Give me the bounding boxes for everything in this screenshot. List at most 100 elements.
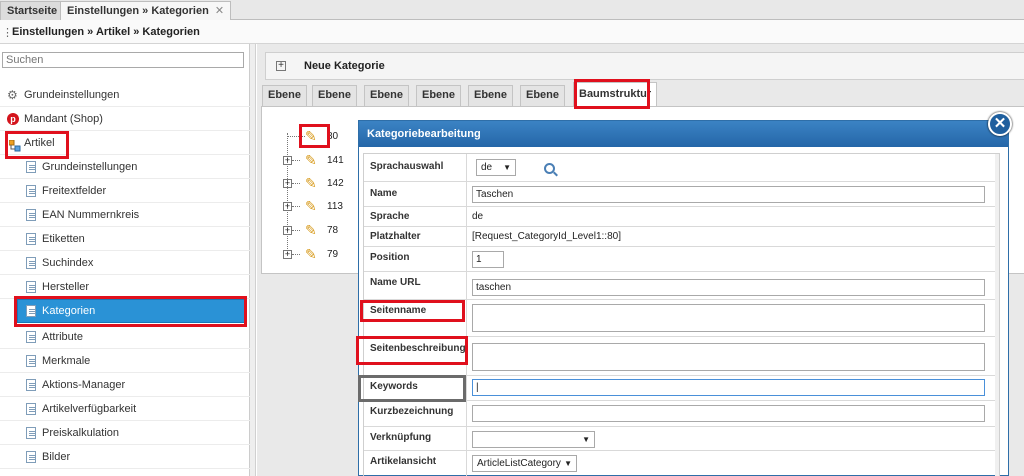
sidebar-item-label: Attribute [42,331,83,343]
sidebar-item-freitextfelder[interactable]: Freitextfelder [0,179,250,203]
sidebar-item-etiketten[interactable]: Etiketten [0,227,250,251]
sidebar-item-suchindex[interactable]: Suchindex [0,251,250,275]
highlight-pencil-80 [299,124,330,148]
link-select[interactable]: ▼ [472,431,595,448]
field-label: Platzhalter [370,231,421,242]
select-value: ArticleListCategory [477,458,561,469]
search-input[interactable] [2,52,244,68]
document-icon [26,209,36,221]
sidebar-item-artikelverfuegbarkeit[interactable]: Artikelverfügbarkeit [0,397,250,421]
tab-ebene-6[interactable]: Ebene 6 [520,85,566,120]
expand-icon[interactable]: + [283,156,292,165]
tree-connector [292,230,300,231]
field-label: Position [370,252,410,263]
tab-ebene-4[interactable]: Ebene 4 [416,85,462,120]
sidebar-item-ean[interactable]: EAN Nummernkreis [0,203,250,227]
chevron-down-icon: ▼ [582,435,590,444]
panel-resizer[interactable] [250,44,256,476]
new-category-button[interactable]: Neue Kategorie [304,60,385,72]
keywords-field[interactable]: | [472,379,985,396]
sidebar-item-grundeinstellungen[interactable]: ⚙ Grundeinstellungen [0,83,250,107]
row-name-url: Name URL taschen [364,272,999,300]
row-name: Name Taschen [364,182,999,207]
pencil-icon[interactable]: ✎ [305,246,317,263]
sidebar-item-label: Etiketten [42,233,85,245]
field-label: Name [370,188,398,199]
sidebar-item-aktions-manager[interactable]: Aktions-Manager [0,373,250,397]
document-icon [26,403,36,415]
sidebar-item-label: Bilder [42,451,71,463]
field-label: Kurzbezeichnung [370,406,454,417]
row-kurzbezeichnung: Kurzbezeichnung [364,401,999,427]
sidebar-item-label: Preiskalkulation [42,427,120,439]
sidebar-item-merkmale[interactable]: Merkmale [0,349,250,373]
sidebar-item-mandant[interactable]: p Mandant (Shop) [0,107,250,131]
tab-ebene-2[interactable]: Ebene 2 [312,85,358,120]
highlight-artikel [5,131,69,159]
page-name-field[interactable] [472,304,985,332]
expand-icon[interactable]: + [283,179,292,188]
sidebar-item-attribute[interactable]: Attribute [0,325,250,349]
sidebar-item-label: EAN Nummernkreis [42,209,140,221]
plenty-logo-icon: p [7,113,19,125]
top-tab-bar: Startseite Einstellungen » Kategorien ✕ [0,0,1024,20]
sidebar-item-label: Mandant (Shop) [24,113,103,125]
add-icon[interactable]: + [276,61,286,71]
row-sprache: Sprache de [364,207,999,227]
field-label: Artikelansicht [370,456,437,467]
category-edit-dialog: Kategoriebearbeitung ✕ Sprachauswahl de ▼… [358,112,1012,476]
sidebar-item-label: Aktions-Manager [42,379,126,391]
document-icon [26,451,36,463]
tree-node-id: 142 [327,178,344,189]
select-value: de [481,162,493,173]
pencil-icon[interactable]: ✎ [305,152,317,169]
close-tab-icon[interactable]: ✕ [215,5,224,17]
name-url-field[interactable]: taschen [472,279,985,296]
search-icon[interactable] [544,163,555,174]
field-value: [Request_CategoryId_Level1::80] [472,231,621,242]
language-select[interactable]: de ▼ [476,159,516,176]
expand-icon[interactable]: + [283,250,292,259]
article-view-select[interactable]: ArticleListCategory ▼ [472,455,577,472]
document-icon [26,355,36,367]
sidebar: ⚙ Grundeinstellungen p Mandant (Shop) Ar… [0,44,250,476]
pencil-icon[interactable]: ✎ [305,175,317,192]
tab-ebene-5[interactable]: Ebene 5 [468,85,514,120]
page-description-field[interactable] [472,343,985,371]
pencil-icon[interactable]: ✎ [305,198,317,215]
tree-node-id: 79 [327,249,339,260]
tree-node-id: 113 [327,201,343,212]
row-position: Position 1 [364,247,999,272]
tree-connector [292,160,300,161]
sidebar-item-label: Freitextfelder [42,185,107,197]
scrollbar[interactable] [995,154,999,476]
tab-einstellungen-kategorien[interactable]: Einstellungen » Kategorien ✕ [60,1,232,20]
sidebar-item-bilder[interactable]: Bilder [0,445,250,469]
short-name-field[interactable] [472,405,985,422]
tab-ebene-1[interactable]: Ebene 1 [262,85,308,120]
sidebar-item-preiskalkulation[interactable]: Preiskalkulation [0,421,250,445]
field-label: Sprache [370,211,410,222]
highlight-kategorien [14,296,247,327]
pencil-icon[interactable]: ✎ [305,222,317,239]
breadcrumb-bar: ⋮ Einstellungen » Artikel » Kategorien [0,20,1024,44]
tree-connector [292,183,300,184]
sidebar-item-label: Merkmale [42,355,91,367]
field-label: Verknüpfung [370,432,432,443]
row-artikelansicht: Artikelansicht ArticleListCategory ▼ [364,451,999,476]
tree-connector [292,206,300,207]
tree-node-id: 141 [327,155,344,166]
expand-icon[interactable]: + [283,226,292,235]
tab-ebene-3[interactable]: Ebene 3 [364,85,410,120]
position-field[interactable]: 1 [472,251,504,268]
close-icon[interactable]: ✕ [988,112,1012,136]
document-icon [26,281,36,293]
expand-icon[interactable]: + [283,202,292,211]
highlight-baumstruktur [574,79,650,109]
sidebar-item-label: Suchindex [42,257,94,269]
name-field[interactable]: Taschen [472,186,985,203]
row-verknuepfung: Verknüpfung ▼ [364,427,999,451]
row-sprachauswahl: Sprachauswahl de ▼ [364,154,999,182]
tab-startseite[interactable]: Startseite [0,1,65,20]
document-icon [26,257,36,269]
